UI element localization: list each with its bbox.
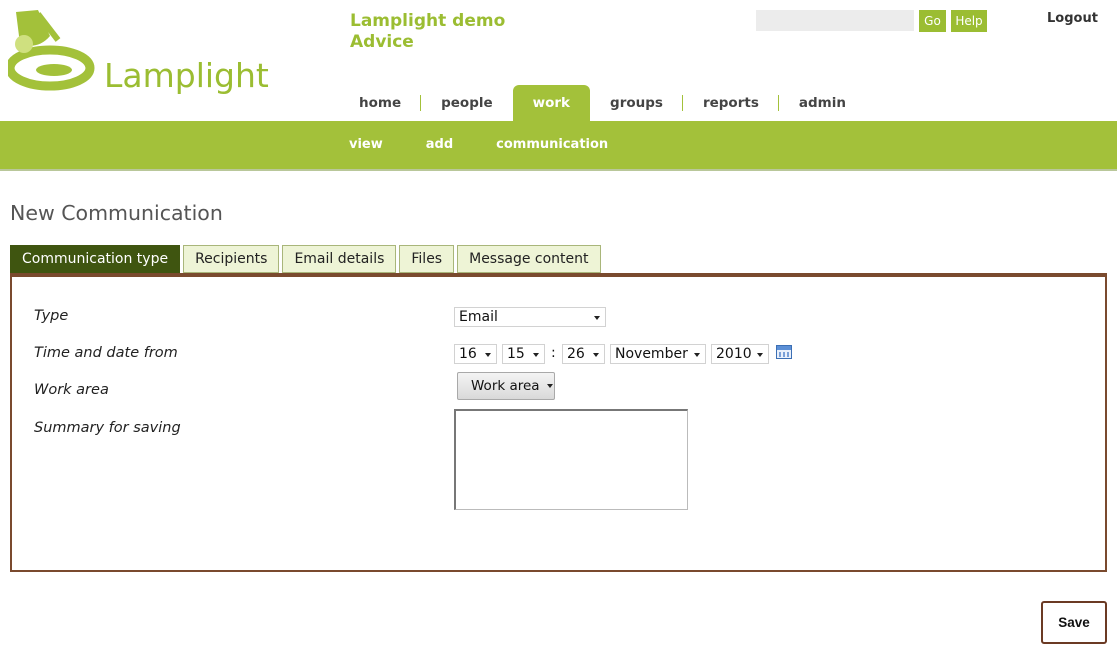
chevron-down-icon — [757, 353, 763, 357]
work-area-label: Work area — [34, 382, 109, 398]
nav-label: work — [532, 95, 571, 111]
sub-nav-add[interactable]: add — [426, 137, 453, 152]
month-select[interactable]: November — [610, 344, 706, 364]
year-value: 2010 — [716, 346, 752, 362]
lamp-icon — [8, 10, 95, 91]
logo-text: Lamplight — [104, 56, 269, 95]
nav-label: people — [441, 95, 493, 111]
chevron-down-icon — [694, 353, 700, 357]
hour-select[interactable]: 16 — [454, 344, 497, 364]
minute-value: 15 — [507, 346, 525, 362]
logout-link[interactable]: Logout — [1047, 11, 1098, 26]
go-button[interactable]: Go — [919, 10, 946, 32]
page-title: New Communication — [10, 201, 223, 225]
sub-nav: view add communication — [349, 137, 651, 152]
chevron-down-icon — [593, 353, 599, 357]
year-select[interactable]: 2010 — [711, 344, 769, 364]
nav-item-work[interactable]: work — [512, 85, 591, 121]
nav-item-home[interactable]: home — [339, 85, 422, 121]
nav-label: admin — [798, 95, 846, 111]
work-area-button-label: Work area — [471, 378, 540, 394]
sub-nav-communication[interactable]: communication — [496, 137, 608, 152]
summary-textarea[interactable] — [454, 409, 688, 510]
month-value: November — [615, 346, 688, 362]
nav-item-reports[interactable]: reports — [683, 85, 779, 121]
summary-label: Summary for saving — [34, 420, 181, 436]
datetime-label: Time and date from — [34, 345, 178, 361]
save-button[interactable]: Save — [1041, 601, 1107, 644]
help-button[interactable]: Help — [951, 10, 987, 32]
nav-item-admin[interactable]: admin — [779, 85, 866, 121]
tab-email-details[interactable]: Email details — [282, 245, 397, 273]
chevron-down-icon — [594, 316, 600, 320]
form-panel: Type Email Time and date from 16 15 : 26… — [10, 273, 1107, 572]
type-select[interactable]: Email — [454, 307, 606, 327]
search-input[interactable] — [756, 10, 914, 31]
tab-communication-type[interactable]: Communication type — [10, 245, 181, 273]
nav-label: groups — [610, 95, 663, 111]
day-select[interactable]: 26 — [562, 344, 605, 364]
type-label: Type — [34, 308, 69, 324]
nav-item-people[interactable]: people — [421, 85, 513, 121]
tab-files[interactable]: Files — [399, 245, 455, 273]
chevron-down-icon — [546, 384, 553, 388]
nav-label: reports — [702, 95, 759, 111]
main-nav: home people work groups reports admin — [339, 85, 866, 121]
type-select-value: Email — [459, 309, 498, 325]
tab-bar: Communication type Recipients Email deta… — [10, 245, 604, 273]
day-value: 26 — [567, 346, 585, 362]
work-area-button[interactable]: Work area — [457, 372, 555, 400]
tab-recipients[interactable]: Recipients — [183, 245, 280, 273]
nav-item-groups[interactable]: groups — [590, 85, 683, 121]
lamplight-logo[interactable]: Lamplight — [8, 10, 278, 95]
nav-label: home — [359, 95, 402, 111]
organisation-name: Lamplight demo Advice — [350, 11, 506, 52]
chevron-down-icon — [533, 353, 539, 357]
time-separator: : — [551, 345, 556, 361]
chevron-down-icon — [485, 353, 491, 357]
hour-value: 16 — [459, 346, 477, 362]
minute-select[interactable]: 15 — [502, 344, 545, 364]
sub-nav-view[interactable]: view — [349, 137, 383, 152]
tab-message-content[interactable]: Message content — [457, 245, 601, 273]
calendar-icon[interactable] — [776, 345, 792, 359]
